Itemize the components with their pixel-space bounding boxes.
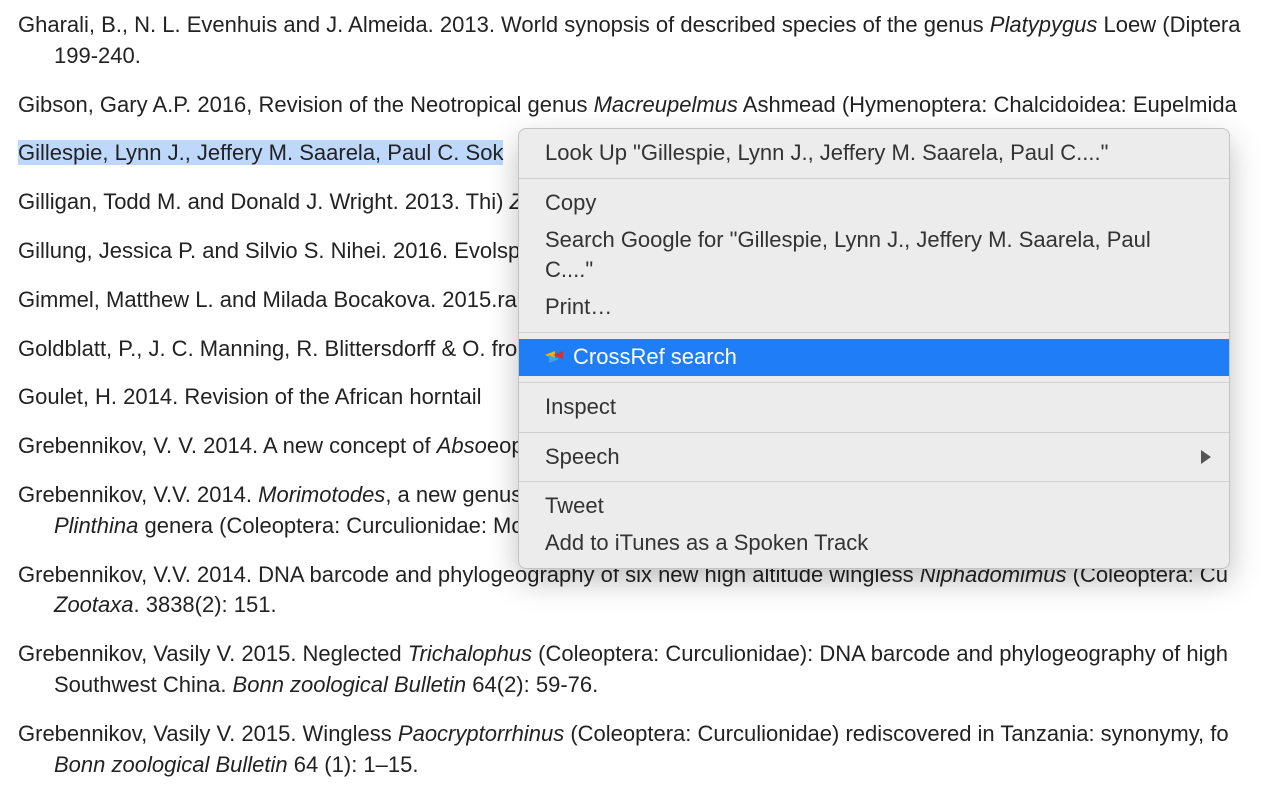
- menu-item-label: Copy: [545, 188, 596, 219]
- text: (Coleoptera: Curculionidae) rediscovered…: [564, 721, 1235, 746]
- context-menu: Look Up "Gillespie, Lynn J., Jeffery M. …: [518, 128, 1230, 569]
- text: Grebennikov, Vasily V. 2015. Wingless: [18, 721, 398, 746]
- reference-entry: Gharali, B., N. L. Evenhuis and J. Almei…: [18, 10, 1262, 72]
- text: Grebennikov, V. V. 2014. A new concept o…: [18, 433, 437, 458]
- reference-entry: Grebennikov, Vasily V. 2015. Wingless Pa…: [18, 719, 1262, 781]
- menu-item-label: Inspect: [545, 392, 616, 423]
- menu-item-label: Look Up "Gillespie, Lynn J., Jeffery M. …: [545, 138, 1108, 169]
- menu-separator: [519, 382, 1229, 383]
- text: Gibson, Gary A.P. 2016, Revision of the …: [18, 92, 594, 117]
- menu-separator: [519, 178, 1229, 179]
- text: Gilligan, Todd M. and Donald J. Wright. …: [18, 189, 491, 214]
- italic-text: Macreupelmus: [594, 92, 738, 117]
- text: Goulet, H. 2014. Revision of the African…: [18, 384, 481, 409]
- italic-text: Bonn zoological Bulletin: [233, 672, 467, 697]
- italic-text: Abso: [437, 433, 487, 458]
- menu-item-speech[interactable]: Speech: [519, 439, 1229, 476]
- italic-text: Trichalophus: [408, 641, 532, 666]
- chevron-right-icon: [1201, 450, 1211, 464]
- italic-text: Paocryptorrhinus: [398, 721, 564, 746]
- menu-item-inspect[interactable]: Inspect: [519, 389, 1229, 426]
- text: 64(2): 59-76.: [466, 672, 598, 697]
- italic-text: Platypygus: [990, 12, 1098, 37]
- text: . 3838(2): 151.: [134, 592, 277, 617]
- text: Grebennikov, V.V. 2014.: [18, 482, 258, 507]
- italic-text: Plinthina: [54, 513, 138, 538]
- menu-item-add-to-itunes[interactable]: Add to iTunes as a Spoken Track: [519, 525, 1229, 562]
- text: 64 (1): 1–15.: [288, 752, 419, 777]
- menu-item-look-up[interactable]: Look Up "Gillespie, Lynn J., Jeffery M. …: [519, 135, 1229, 172]
- text: Grebennikov, Vasily V. 2015. Neglected: [18, 641, 408, 666]
- text: Goldblatt, P., J. C. Manning, R. Blitter…: [18, 336, 486, 361]
- menu-item-label: Print…: [545, 292, 612, 323]
- selected-text: Gillespie, Lynn J., Jeffery M. Saarela, …: [18, 140, 503, 165]
- menu-item-tweet[interactable]: Tweet: [519, 488, 1229, 525]
- text: Gillung, Jessica P. and Silvio S. Nihei.…: [18, 238, 497, 263]
- menu-item-label: Add to iTunes as a Spoken Track: [545, 528, 868, 559]
- reference-entry: Grebennikov, Vasily V. 2015. Neglected T…: [18, 639, 1262, 701]
- text: i): [491, 189, 509, 214]
- crossref-icon: [545, 348, 563, 366]
- menu-separator: [519, 332, 1229, 333]
- text: Gharali, B., N. L. Evenhuis and J. Almei…: [18, 12, 990, 37]
- menu-item-label: CrossRef search: [573, 342, 737, 373]
- menu-separator: [519, 432, 1229, 433]
- text: Gimmel, Matthew L. and Milada Bocakova. …: [18, 287, 497, 312]
- text: Ashmead (Hymenoptera: Chalcidoidea: Eupe…: [738, 92, 1237, 117]
- menu-item-crossref-search[interactable]: CrossRef search: [519, 339, 1229, 376]
- italic-text: Zootaxa: [54, 592, 134, 617]
- reference-entry: Gibson, Gary A.P. 2016, Revision of the …: [18, 90, 1262, 121]
- italic-text: Bonn zoological Bulletin: [54, 752, 288, 777]
- menu-item-copy[interactable]: Copy: [519, 185, 1229, 222]
- menu-separator: [519, 481, 1229, 482]
- menu-item-search-google[interactable]: Search Google for "Gillespie, Lynn J., J…: [519, 222, 1229, 290]
- menu-item-label: Search Google for "Gillespie, Lynn J., J…: [545, 225, 1203, 287]
- italic-text: Morimotodes: [258, 482, 385, 507]
- menu-item-print[interactable]: Print…: [519, 289, 1229, 326]
- menu-item-label: Tweet: [545, 491, 604, 522]
- menu-item-label: Speech: [545, 442, 620, 473]
